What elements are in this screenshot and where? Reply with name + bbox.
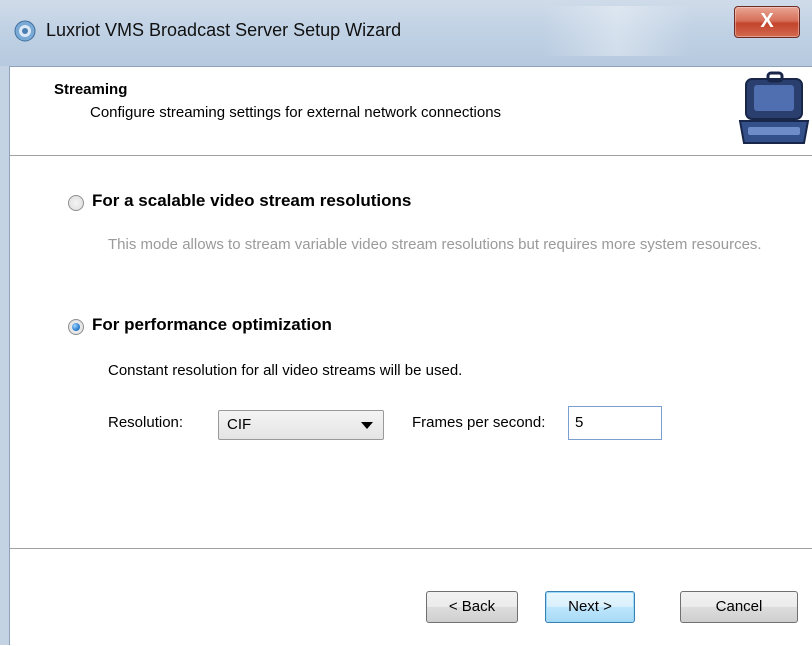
performance-radio[interactable] [68, 319, 84, 335]
laptop-case-icon [738, 71, 810, 144]
resolution-dropdown[interactable]: CIF [218, 410, 384, 440]
performance-description: Constant resolution for all video stream… [108, 362, 463, 379]
app-icon [14, 20, 36, 42]
cancel-button[interactable]: Cancel [680, 591, 798, 623]
wizard-footer: < Back Next > Cancel [10, 548, 812, 646]
resolution-value: CIF [227, 416, 252, 433]
next-button[interactable]: Next > [545, 591, 635, 623]
back-button[interactable]: < Back [426, 591, 518, 623]
page-title: Streaming [54, 81, 128, 98]
scalable-option-label[interactable]: For a scalable video stream resolutions [92, 191, 411, 211]
setup-wizard-window: Luxriot VMS Broadcast Server Setup Wizar… [0, 0, 812, 646]
wizard-body: For a scalable video stream resolutions … [10, 157, 812, 547]
chevron-down-icon [361, 422, 373, 429]
fps-input-field[interactable] [575, 409, 655, 435]
close-button[interactable]: X [734, 6, 800, 38]
scalable-radio[interactable] [68, 195, 84, 211]
fps-label: Frames per second: [412, 414, 546, 431]
performance-option-label[interactable]: For performance optimization [92, 315, 332, 335]
title-bar: Luxriot VMS Broadcast Server Setup Wizar… [0, 0, 812, 67]
resolution-label: Resolution: [108, 414, 184, 431]
scalable-description: This mode allows to stream variable vide… [108, 236, 762, 253]
wizard-header: Streaming Configure streaming settings f… [10, 67, 812, 157]
window-title: Luxriot VMS Broadcast Server Setup Wizar… [46, 20, 402, 40]
fps-input[interactable] [568, 406, 662, 440]
window-frame-left [0, 66, 10, 645]
page-subtitle: Configure streaming settings for externa… [90, 104, 502, 121]
